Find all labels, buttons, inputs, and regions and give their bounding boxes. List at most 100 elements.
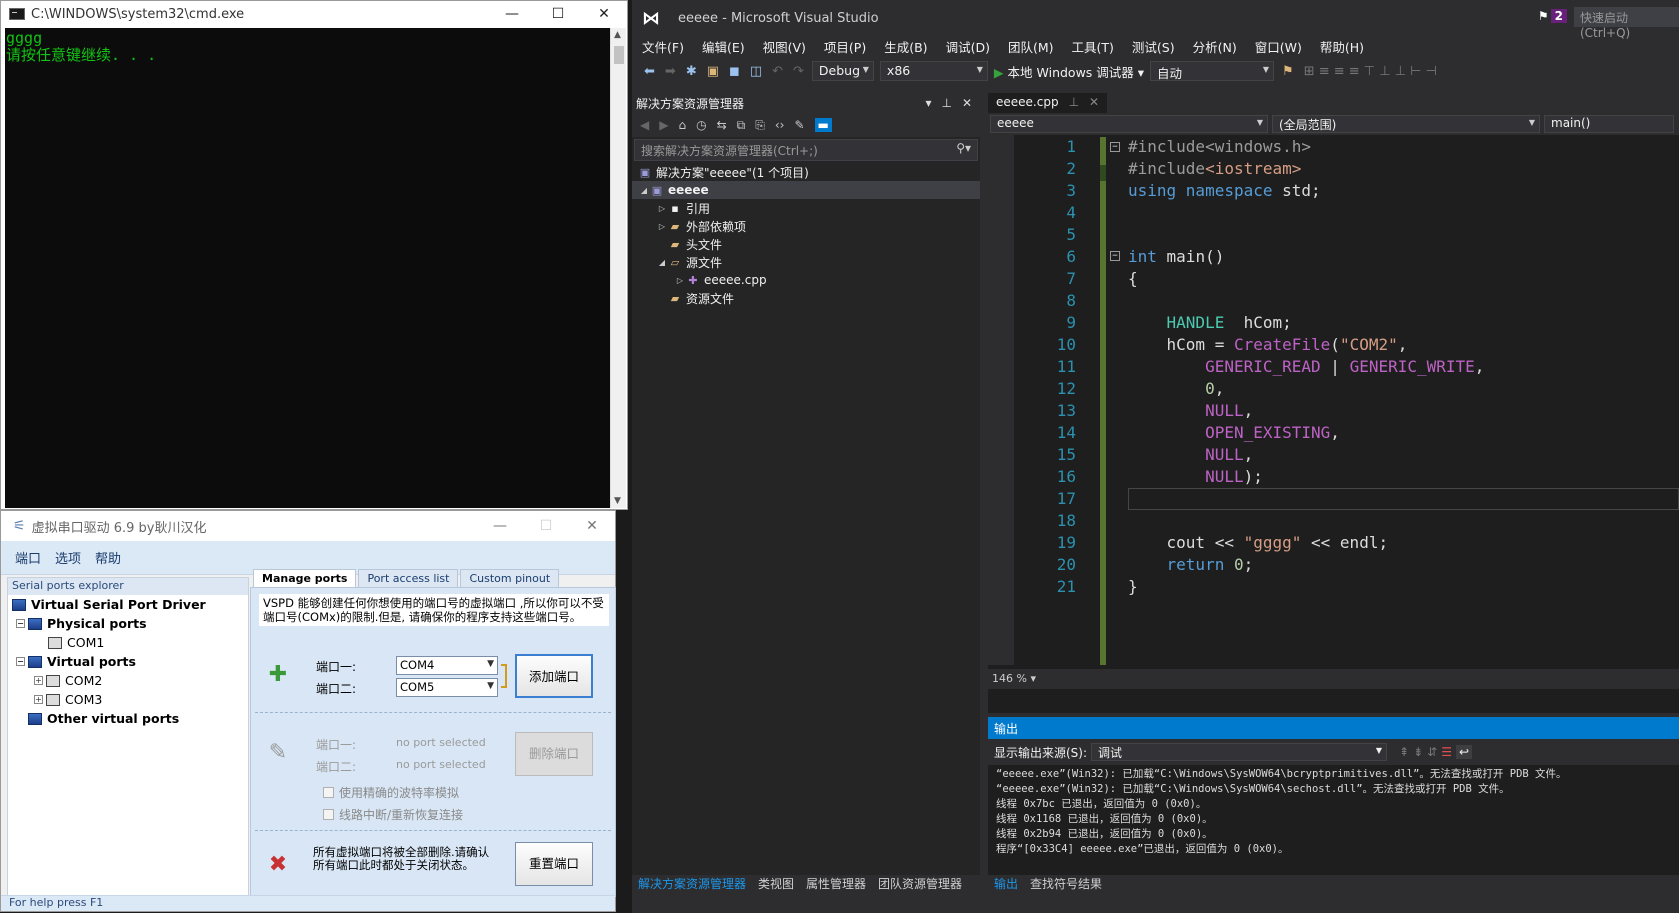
vs-titlebar[interactable]: ⋈ eeeee - Microsoft Visual Studio ⚑ 2 快速启… xyxy=(632,0,1679,40)
menu-tools[interactable]: 工具(T) xyxy=(1072,37,1114,56)
maximize-button[interactable]: ☐ xyxy=(523,518,569,534)
forward-icon[interactable]: ➡ xyxy=(663,64,678,79)
menu-team[interactable]: 团队(M) xyxy=(1008,37,1054,56)
port2-select[interactable]: COM5 ▼ xyxy=(396,678,498,697)
indicator-margin[interactable] xyxy=(988,135,1014,665)
zoom-level-select[interactable]: 146 % ▾ xyxy=(988,669,1679,689)
baud-checkbox[interactable]: 使用精确的波特率模拟 xyxy=(323,784,459,801)
scroll-thumb[interactable] xyxy=(614,46,624,64)
menu-test[interactable]: 测试(S) xyxy=(1132,37,1175,56)
platform-select[interactable]: x86 ▼ xyxy=(879,61,988,81)
clear-all-icon[interactable]: ☰ xyxy=(1441,745,1452,759)
dropdown-icon[interactable]: ▾ xyxy=(925,96,931,110)
view-code-icon[interactable]: ‹› xyxy=(775,118,785,132)
forward-icon[interactable]: ▶ xyxy=(659,118,668,132)
close-icon[interactable]: ✕ xyxy=(962,96,972,110)
menu-window[interactable]: 窗口(W) xyxy=(1255,37,1302,56)
pin-icon[interactable]: ⊥ xyxy=(941,96,951,110)
home-icon[interactable]: ⌂ xyxy=(678,118,686,132)
align-icon[interactable]: ⊞ ≡ ≡ ≡ ⊤ ⊥ ⊥ ⊢ ⊣ xyxy=(1302,64,1439,79)
remove-port-button[interactable]: 删除端口 xyxy=(515,732,593,776)
properties-icon[interactable]: ✎ xyxy=(794,118,804,132)
find-in-files-icon[interactable]: ⚑ xyxy=(1280,64,1296,79)
tree-node-headers[interactable]: ▰ 头文件 xyxy=(632,235,980,253)
scroll-up-icon[interactable]: ▲ xyxy=(614,30,621,40)
tree-node-cpp-file[interactable]: ▷ ✚ eeeee.cpp xyxy=(632,271,980,289)
menu-ports[interactable]: 端口 xyxy=(15,548,41,567)
next-message-icon[interactable]: ⇵ xyxy=(1427,745,1437,759)
prev-message-icon[interactable]: ⇟ xyxy=(1413,745,1423,759)
tree-node-external-deps[interactable]: ▷ ▰ 外部依赖项 xyxy=(632,217,980,235)
tree-com2[interactable]: + COM2 xyxy=(8,671,248,690)
expanded-icon[interactable]: ◢ xyxy=(656,258,668,267)
menu-debug[interactable]: 调试(D) xyxy=(946,37,990,56)
tab-output[interactable]: 输出 xyxy=(994,875,1018,893)
close-icon[interactable]: ✕ xyxy=(1089,95,1099,111)
port1-select[interactable]: COM4 ▼ xyxy=(396,656,498,675)
back-icon[interactable]: ◀ xyxy=(640,118,649,132)
preview-icon[interactable]: ▬ xyxy=(814,118,832,132)
menu-view[interactable]: 视图(V) xyxy=(763,37,806,56)
collapsed-icon[interactable]: ▷ xyxy=(656,204,668,213)
menu-analyze[interactable]: 分析(N) xyxy=(1193,37,1237,56)
word-wrap-icon[interactable]: ↩ xyxy=(1455,745,1473,759)
menu-edit[interactable]: 编辑(E) xyxy=(702,37,745,56)
reset-ports-button[interactable]: 重置端口 xyxy=(515,842,593,886)
add-port-button[interactable]: 添加端口 xyxy=(515,654,593,698)
menu-file[interactable]: 文件(F) xyxy=(642,37,684,56)
expanded-icon[interactable]: ◢ xyxy=(638,186,650,195)
tab-port-access-list[interactable]: Port access list xyxy=(358,569,459,587)
menu-help[interactable]: 帮助(H) xyxy=(1320,37,1364,56)
tree-physical[interactable]: − Physical ports xyxy=(8,614,248,633)
tab-custom-pinout[interactable]: Custom pinout xyxy=(460,569,560,587)
output-text[interactable]: “eeeee.exe”(Win32): 已加载“C:\Windows\SysWO… xyxy=(988,765,1679,859)
collapse-icon[interactable]: − xyxy=(16,657,25,666)
save-icon[interactable]: ◼ xyxy=(727,64,742,79)
back-icon[interactable]: ⬅ xyxy=(642,64,657,79)
tree-node-resources[interactable]: ▰ 资源文件 xyxy=(632,289,980,307)
vspd-titlebar[interactable]: ⚟ 虚拟串口驱动 6.9 by耿川汉化 — ☐ ✕ xyxy=(1,511,615,541)
expand-icon[interactable]: + xyxy=(34,695,43,704)
cmd-titlebar[interactable]: C:\WINDOWS\system32\cmd.exe — ☐ ✕ xyxy=(1,1,627,27)
menu-build[interactable]: 生成(B) xyxy=(884,37,927,56)
tree-com3[interactable]: + COM3 xyxy=(8,690,248,709)
minimize-button[interactable]: — xyxy=(477,518,523,534)
output-source-select[interactable]: 调试 ▼ xyxy=(1091,743,1388,761)
show-all-files-icon[interactable]: ⎘ xyxy=(755,118,765,133)
pending-changes-icon[interactable]: ◷ xyxy=(696,118,706,132)
tree-virtual[interactable]: − Virtual ports xyxy=(8,652,248,671)
collapse-region-icon[interactable]: − xyxy=(1110,251,1120,261)
console-scrollbar[interactable]: ▲ ▼ xyxy=(610,28,626,508)
solution-node[interactable]: ▣ 解决方案"eeeee"(1 个项目) xyxy=(632,163,980,181)
expand-icon[interactable]: + xyxy=(34,676,43,685)
tab-class-view[interactable]: 类视图 xyxy=(758,875,794,893)
scroll-down-icon[interactable]: ▼ xyxy=(614,496,621,506)
reconnect-checkbox[interactable]: 线路中断/重新恢复连接 xyxy=(323,806,463,823)
solution-search-input[interactable]: 搜索解决方案资源管理器(Ctrl+;) ⚲▾ xyxy=(634,139,978,161)
start-debugger-button[interactable]: ▶ 本地 Windows 调试器 ▾ xyxy=(994,62,1144,81)
collapse-icon[interactable]: − xyxy=(16,619,25,628)
project-node[interactable]: ◢ ▣ eeeee xyxy=(632,181,980,199)
code-area[interactable]: 1 2 3 4 5 6 7 8 9 10 11 12 13 14 15 16 17 18 19 20 21 − − #i… xyxy=(1014,135,1679,665)
scope-nav-select[interactable]: (全局范围) ▼ xyxy=(1272,115,1540,133)
collapse-all-icon[interactable]: ⧉ xyxy=(737,118,746,133)
save-all-icon[interactable]: ◫ xyxy=(748,64,764,79)
solution-mode-select[interactable]: 自动 ▼ xyxy=(1150,61,1275,81)
tab-team-explorer[interactable]: 团队资源管理器 xyxy=(878,875,962,893)
menu-help[interactable]: 帮助 xyxy=(95,548,121,567)
configuration-select[interactable]: Debug ▼ xyxy=(811,61,874,81)
collapse-region-icon[interactable]: − xyxy=(1110,142,1120,152)
menu-project[interactable]: 项目(P) xyxy=(824,37,866,56)
undo-icon[interactable]: ↶ xyxy=(770,64,785,79)
menu-options[interactable]: 选项 xyxy=(55,548,81,567)
console-output[interactable]: gggg 请按任意键继续. . . xyxy=(5,28,611,508)
sync-icon[interactable]: ⇆ xyxy=(717,118,727,132)
function-nav-select[interactable]: main() xyxy=(1544,115,1674,133)
tab-find-symbol-results[interactable]: 查找符号结果 xyxy=(1030,875,1102,893)
collapsed-icon[interactable]: ▷ xyxy=(656,222,668,231)
open-folder-icon[interactable]: ▣ xyxy=(705,64,721,79)
pin-icon[interactable]: ⊥ xyxy=(1069,95,1079,111)
notification-flag-icon[interactable]: ⚑ 2 xyxy=(1538,9,1567,23)
close-button[interactable]: ✕ xyxy=(581,6,627,22)
close-button[interactable]: ✕ xyxy=(569,518,615,534)
